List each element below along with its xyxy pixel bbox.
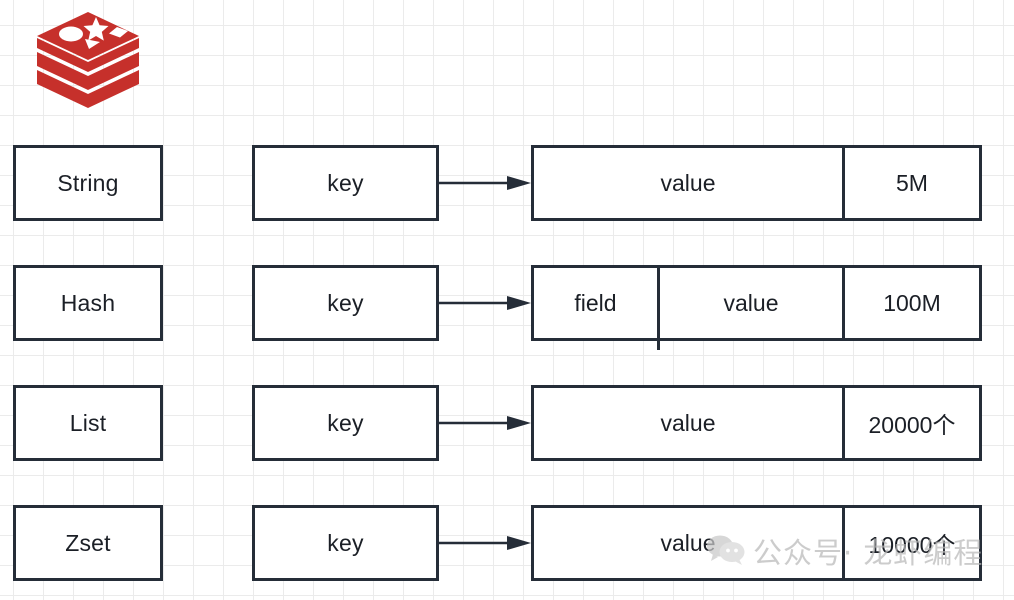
value-cell: value: [534, 148, 842, 218]
arrow-list: [439, 416, 531, 430]
key-label: key: [327, 169, 364, 196]
key-label: key: [327, 409, 364, 436]
redis-logo: [33, 12, 143, 108]
limit-cell: 10000个: [842, 508, 979, 578]
value-cell: value: [657, 268, 842, 350]
arrow-zset: [439, 536, 531, 550]
value-box-zset[interactable]: value 10000个: [531, 505, 982, 581]
type-box-list[interactable]: List: [13, 385, 163, 461]
field-cell: field: [534, 268, 657, 338]
arrow-string: [439, 176, 531, 190]
type-box-string[interactable]: String: [13, 145, 163, 221]
cell-label: value: [723, 289, 779, 316]
type-box-hash[interactable]: Hash: [13, 265, 163, 341]
limit-cell: 5M: [842, 148, 979, 218]
cell-label: value: [660, 409, 716, 436]
key-box-list[interactable]: key: [252, 385, 439, 461]
key-label: key: [327, 529, 364, 556]
type-label: Zset: [65, 529, 111, 556]
value-cell: value: [534, 508, 842, 578]
cell-label: 100M: [883, 289, 941, 316]
cell-label: value: [660, 169, 716, 196]
arrow-hash: [439, 296, 531, 310]
value-box-hash[interactable]: field value 100M: [531, 265, 982, 350]
cell-label: 20000个: [868, 412, 956, 438]
key-box-string[interactable]: key: [252, 145, 439, 221]
type-box-zset[interactable]: Zset: [13, 505, 163, 581]
type-label: String: [57, 169, 119, 196]
cell-label: 10000个: [868, 532, 956, 558]
key-label: key: [327, 289, 364, 316]
limit-cell: 100M: [842, 268, 979, 338]
diagram-canvas: String key value 5M Hash key field value: [0, 0, 1014, 600]
value-box-string[interactable]: value 5M: [531, 145, 982, 221]
cell-label: field: [574, 289, 617, 316]
type-label: List: [69, 409, 107, 436]
value-cell: value: [534, 388, 842, 458]
key-box-zset[interactable]: key: [252, 505, 439, 581]
type-label: Hash: [60, 289, 116, 316]
limit-cell: 20000个: [842, 388, 979, 458]
value-box-list[interactable]: value 20000个: [531, 385, 982, 461]
cell-label: value: [660, 529, 716, 556]
key-box-hash[interactable]: key: [252, 265, 439, 341]
cell-label: 5M: [896, 169, 928, 196]
